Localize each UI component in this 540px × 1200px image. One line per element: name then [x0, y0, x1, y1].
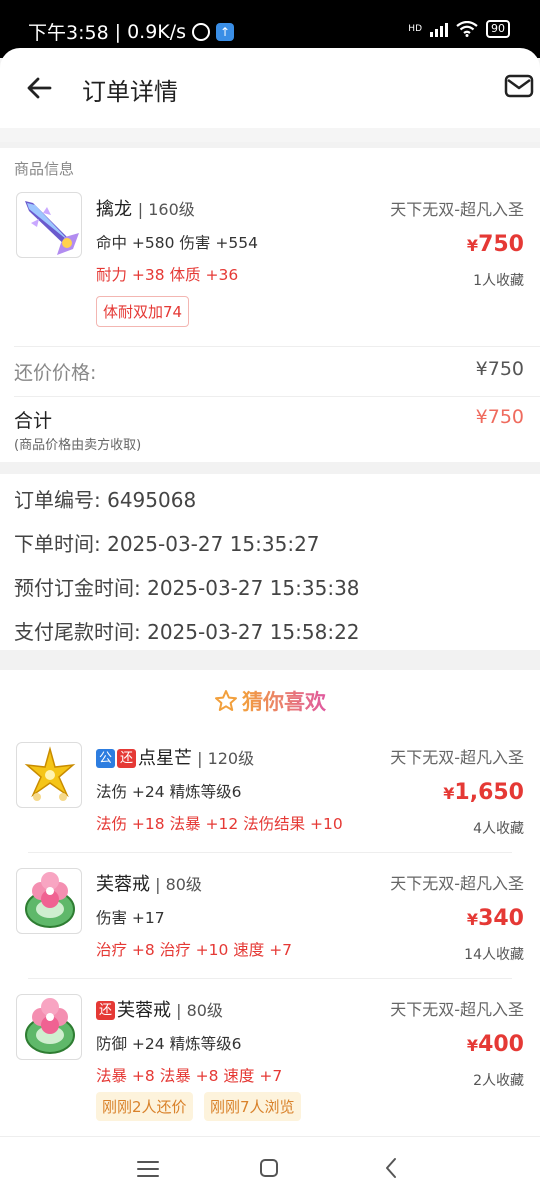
status-right: HD 90 — [408, 20, 510, 38]
deposit-time: 2025-03-27 15:35:38 — [147, 576, 360, 600]
item-attr-main: 伤害 +17 — [96, 909, 165, 927]
product-name-line: 擒龙 | 160级 — [96, 199, 195, 220]
product-tag: 体耐双加74 — [96, 296, 190, 327]
star-outline-icon — [215, 690, 237, 711]
item-price: ¥400 — [466, 1032, 524, 1057]
item-server: 天下无双-超凡入圣 — [390, 1000, 524, 1019]
counter-price-label: 还价价格: — [14, 362, 97, 384]
item-server: 天下无双-超凡入圣 — [390, 874, 524, 893]
status-speed: 0.9K/s — [127, 20, 187, 43]
item-server: 天下无双-超凡入圣 — [390, 748, 524, 767]
item-attr-bonus: 治疗 +8 治疗 +10 速度 +7 — [96, 941, 293, 959]
page-title: 订单详情 — [82, 78, 178, 106]
menu-icon[interactable] — [137, 1159, 159, 1179]
final-payment-time-row: 支付尾款时间: 2025-03-27 15:58:22 — [14, 620, 360, 644]
status-time: 下午3:58 — [28, 22, 109, 44]
bargain-badge: 还 — [96, 1001, 115, 1020]
recommendations-card: 猜你喜欢 公还点星芒 | 120级 天下无双-超凡入圣 法伤 +24 精炼等级6… — [0, 670, 540, 1136]
signal-icon — [430, 21, 448, 37]
bargain-badge: 还 — [117, 749, 136, 768]
product-name: 擒龙 — [96, 199, 132, 220]
product-server: 天下无双-超凡入圣 — [390, 200, 524, 219]
flower-ring-icon — [16, 994, 82, 1060]
final-payment-time: 2025-03-27 15:58:22 — [147, 620, 360, 644]
hd-label: HD — [408, 24, 422, 34]
back-arrow-icon[interactable] — [24, 72, 56, 104]
product-level: 160级 — [148, 200, 195, 219]
order-time-row: 下单时间: 2025-03-27 15:35:27 — [14, 532, 320, 556]
item-price: ¥1,650 — [443, 780, 524, 805]
mail-icon[interactable] — [504, 74, 534, 98]
item-level: 80级 — [186, 1001, 223, 1020]
item-price: ¥340 — [466, 906, 524, 931]
system-nav-bar — [0, 1136, 540, 1200]
price-note: (商品价格由卖方收取) — [14, 438, 142, 453]
item-attr-bonus: 法伤 +18 法暴 +12 法伤结果 +10 — [96, 815, 343, 833]
recommendation-item[interactable]: 公还点星芒 | 120级 天下无双-超凡入圣 法伤 +24 精炼等级6 ¥1,6… — [0, 738, 540, 856]
app-notification-icon: ↑ — [216, 22, 235, 41]
product-favorites: 1人收藏 — [473, 273, 524, 289]
divider — [14, 396, 540, 397]
order-number[interactable]: 6495068 — [107, 488, 196, 512]
public-badge: 公 — [96, 749, 115, 768]
recommendations-title: 猜你喜欢 — [0, 686, 540, 716]
divider — [28, 852, 512, 853]
deposit-time-row: 预付订金时间: 2025-03-27 15:35:38 — [14, 576, 360, 600]
divider — [14, 346, 540, 347]
order-number-row: 订单编号: 6495068 — [14, 488, 197, 512]
sword-item-icon[interactable] — [16, 192, 82, 258]
product-section-label: 商品信息 — [14, 160, 75, 178]
recommendation-item[interactable]: 还芙蓉戒 | 80级 天下无双-超凡入圣 防御 +24 精炼等级6 ¥400 法… — [0, 990, 540, 1130]
alarm-icon — [192, 22, 211, 41]
item-favorites: 2人收藏 — [473, 1073, 524, 1089]
back-nav-icon[interactable] — [384, 1157, 398, 1179]
item-attr-bonus: 法暴 +8 法暴 +8 速度 +7 — [96, 1067, 283, 1085]
order-info-card: 订单编号: 6495068 下单时间: 2025-03-27 15:35:27 … — [0, 474, 540, 650]
item-name: 芙蓉戒 — [96, 874, 150, 895]
total-value: ¥750 — [475, 406, 524, 428]
flower-ring-icon — [16, 868, 82, 934]
item-name-line: 还芙蓉戒 | 80级 — [96, 996, 223, 1022]
item-attr-main: 防御 +24 精炼等级6 — [96, 1035, 242, 1053]
item-name: 点星芒 — [138, 748, 192, 769]
product-attr-bonus: 耐力 +38 体质 +36 — [96, 266, 239, 284]
status-left: 下午3:58 | 0.9K/s ↑ — [28, 18, 235, 45]
product-price: ¥750 — [466, 232, 524, 257]
item-attr-main: 法伤 +24 精炼等级6 — [96, 783, 242, 801]
item-level: 80级 — [165, 875, 202, 894]
wifi-icon — [456, 21, 478, 37]
counter-price-value: ¥750 — [475, 358, 524, 380]
item-name-line: 芙蓉戒 | 80级 — [96, 874, 202, 895]
product-attr-main: 命中 +580 伤害 +554 — [96, 234, 258, 252]
app-header: 订单详情 — [0, 48, 540, 128]
order-time: 2025-03-27 15:35:27 — [107, 532, 320, 556]
item-name-line: 公还点星芒 | 120级 — [96, 744, 254, 770]
battery-indicator: 90 — [486, 20, 510, 38]
item-level: 120级 — [207, 749, 255, 768]
gold-ornament-icon — [16, 742, 82, 808]
home-icon[interactable] — [259, 1158, 279, 1178]
recommendation-item[interactable]: 芙蓉戒 | 80级 天下无双-超凡入圣 伤害 +17 ¥340 治疗 +8 治疗… — [0, 864, 540, 982]
activity-tag: 刚刚2人还价 — [96, 1092, 193, 1121]
item-favorites: 4人收藏 — [473, 821, 524, 837]
activity-tag: 刚刚7人浏览 — [204, 1092, 301, 1121]
item-favorites: 14人收藏 — [464, 947, 524, 963]
total-label: 合计 — [14, 410, 53, 432]
item-name: 芙蓉戒 — [117, 1000, 171, 1021]
divider — [28, 978, 512, 979]
product-card: 商品信息 擒龙 | 160级 天下无双-超凡入圣 命中 +580 伤害 +554… — [0, 148, 540, 462]
